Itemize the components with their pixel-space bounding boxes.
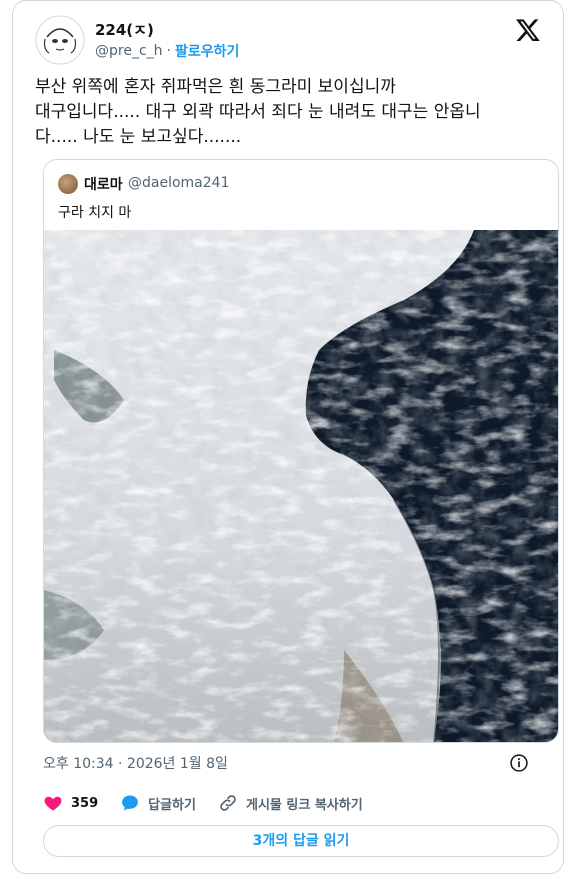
- copy-link-label: 게시물 링크 복사하기: [245, 797, 363, 813]
- quote-author-name[interactable]: 대로마: [84, 174, 123, 194]
- x-logo-icon[interactable]: [515, 17, 541, 43]
- heart-icon: [44, 796, 62, 811]
- author-name[interactable]: 224(ㅈ): [95, 19, 154, 40]
- separator-dot: ·: [166, 43, 171, 59]
- satellite-image[interactable]: [44, 230, 559, 743]
- reply-bubble-icon: [122, 795, 139, 811]
- likes-count: 359: [71, 795, 99, 811]
- like-button[interactable]: 359: [43, 793, 98, 813]
- follow-button[interactable]: 팔로우하기: [175, 41, 239, 61]
- tweet-text: 부산 위쪽에 혼자 쥐파먹은 흰 동그라미 보이십니까 대구입니다..... 대…: [35, 77, 481, 147]
- author-handle[interactable]: @pre_c_h: [95, 43, 163, 59]
- author-handle-row: @pre_c_h · 팔로우하기: [95, 41, 239, 61]
- tweet-timestamp[interactable]: 오후 10:34 · 2026년 1월 8일: [43, 753, 228, 773]
- reply-button[interactable]: 답글하기: [120, 793, 196, 813]
- link-icon: [220, 795, 236, 811]
- action-bar: 359 답글하기 게시물 링크 복사하기: [43, 791, 385, 815]
- quoted-tweet[interactable]: 대로마 @daeloma241 구라 치지 마: [43, 159, 559, 743]
- reply-label: 답글하기: [148, 797, 196, 813]
- author-avatar[interactable]: [35, 15, 85, 65]
- tweet-card: 224(ㅈ) @pre_c_h · 팔로우하기 부산 위쪽에 혼자 쥐파먹은 흰…: [12, 0, 564, 874]
- quote-author-handle[interactable]: @daeloma241: [128, 175, 229, 191]
- quote-text: 구라 치지 마: [58, 205, 132, 221]
- info-icon[interactable]: [509, 753, 529, 773]
- quote-author-avatar[interactable]: [58, 174, 78, 194]
- copy-link-button[interactable]: 게시물 링크 복사하기: [218, 793, 363, 813]
- read-replies-button[interactable]: 3개의 답글 읽기: [43, 825, 559, 857]
